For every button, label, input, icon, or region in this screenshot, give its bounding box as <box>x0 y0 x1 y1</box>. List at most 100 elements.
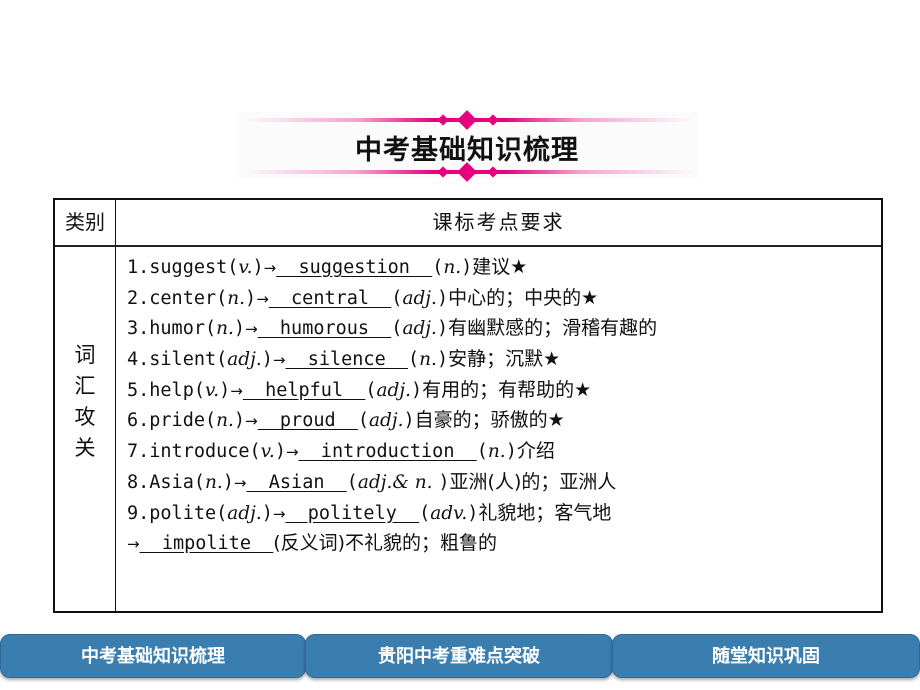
item-word: center <box>149 287 217 309</box>
nav-button-basic-knowledge[interactable]: 中考基础知识梳理 <box>0 634 306 678</box>
item-meaning: 有用的；有帮助的★ <box>422 378 592 401</box>
paren: ) <box>222 471 234 493</box>
paren: ( <box>357 410 370 432</box>
paren: ) <box>274 441 286 463</box>
paren: ) <box>233 318 246 340</box>
answer-part-of-speech: adj. <box>402 287 437 309</box>
arrow-icon: → <box>263 259 277 277</box>
vocabulary-list: 1.suggest(v.)→ suggestion (n.)建议★ 2.cente… <box>127 252 873 559</box>
paren: ( <box>227 257 239 278</box>
paren: ( <box>216 502 228 524</box>
item-answer: introduction <box>298 441 477 463</box>
item-word: suggest <box>149 257 228 278</box>
item-word: silent <box>149 349 217 371</box>
item-meaning: (反义词)不礼貌的；粗鲁的 <box>273 532 498 555</box>
item-word: humor <box>149 318 205 340</box>
item-answer: politely <box>285 502 420 524</box>
answer-part-of-speech: n. <box>443 257 462 278</box>
paren: ) <box>403 410 415 432</box>
paren: ) <box>436 318 449 340</box>
paren: ( <box>216 287 228 309</box>
item-number: 9. <box>127 502 150 524</box>
vocabulary-item: 7.introduce(v.)→ introduction (n.)介绍 <box>127 436 873 467</box>
item-answer: impolite <box>139 533 274 555</box>
item-number: 8. <box>127 471 150 493</box>
paren: ( <box>249 441 261 463</box>
item-meaning: 亚洲(人)的；亚洲人 <box>449 470 617 493</box>
banner-diamond-icon <box>487 166 499 178</box>
paren: ) <box>467 502 479 524</box>
vocabulary-item: 4.silent(adj.)→ silence (n.)安静；沉默★ <box>127 344 873 375</box>
banner-diamond-icon <box>437 166 449 178</box>
item-part-of-speech: n. <box>227 287 246 309</box>
item-word: introduce <box>149 441 250 463</box>
section-banner: 中考基础知识梳理 <box>236 110 698 182</box>
category-char: 攻 <box>74 405 96 429</box>
paren: ( <box>391 318 403 340</box>
item-meaning: 安静；沉默★ <box>448 348 561 371</box>
item-part-of-speech: v. <box>260 441 275 463</box>
banner-diamond-icon <box>487 114 499 126</box>
item-word: help <box>149 379 194 401</box>
paren: ) <box>245 287 257 309</box>
item-number: 7. <box>127 441 150 463</box>
item-number: 4. <box>127 349 150 371</box>
paren: ( <box>432 257 444 278</box>
category-char: 汇 <box>74 374 96 398</box>
header-category: 类别 <box>65 210 105 234</box>
bottom-navigation: 中考基础知识梳理 贵阳中考重难点突破 随堂知识巩固 <box>0 634 920 678</box>
arrow-icon: → <box>272 504 286 523</box>
item-meaning: 介绍 <box>516 440 555 463</box>
vocabulary-item: 9.polite(adj.)→ politely (adv.)礼貌地；客气地 <box>127 498 873 529</box>
paren: ( <box>204 318 217 340</box>
category-char: 词 <box>74 343 96 367</box>
paren: ( <box>346 471 358 493</box>
item-part-of-speech: adj. <box>227 349 262 371</box>
item-meaning: 建议★ <box>472 256 528 278</box>
paren: ( <box>408 349 420 371</box>
arrow-icon: → <box>285 443 299 462</box>
header-requirements: 课标考点要求 <box>432 210 565 234</box>
arrow-icon: → <box>233 473 247 492</box>
paren: ) <box>461 257 473 278</box>
item-answer: suggestion <box>276 257 433 278</box>
arrow-icon: → <box>245 320 258 339</box>
paren: ) <box>411 379 423 401</box>
item-meaning: 礼貌地；客气地 <box>478 501 612 524</box>
item-part-of-speech: v. <box>204 379 220 401</box>
item-number: 2. <box>127 287 150 309</box>
paren: ( <box>193 471 205 493</box>
paren: ( <box>419 502 431 524</box>
answer-part-of-speech: adv. <box>430 502 468 524</box>
category-char: 关 <box>74 436 96 460</box>
paren: ) <box>505 441 517 463</box>
paren: ) <box>261 349 273 371</box>
vocabulary-item: 8.Asia(n.)→ Asian (adj.& n. )亚洲(人)的；亚洲人 <box>127 467 873 498</box>
arrow-icon: → <box>127 535 140 554</box>
vocabulary-item: 2.center(n.)→ central (adj.)中心的；中央的★ <box>127 283 873 314</box>
item-meaning: 自豪的；骄傲的★ <box>414 409 565 432</box>
category-label: 词 汇 攻 关 <box>55 340 115 464</box>
paren: ) <box>261 502 273 524</box>
vocabulary-item: 3.humor(n.)→ humorous (adj.)有幽默感的；滑稽有趣的 <box>127 313 873 344</box>
vocabulary-item-antonym: → impolite (反义词)不礼貌的；粗鲁的 <box>127 528 873 559</box>
answer-part-of-speech: n. <box>419 349 437 371</box>
vocabulary-item: 6.pride(n.)→ proud (adj.)自豪的；骄傲的★ <box>127 405 873 436</box>
paren: ( <box>476 441 488 463</box>
arrow-icon: → <box>272 351 286 370</box>
nav-button-key-difficulties[interactable]: 贵阳中考重难点突破 <box>305 634 613 678</box>
answer-part-of-speech: adj. <box>402 318 437 340</box>
item-part-of-speech: adj. <box>227 502 262 524</box>
nav-button-practice[interactable]: 随堂知识巩固 <box>612 634 920 678</box>
item-part-of-speech: n. <box>216 410 234 432</box>
item-part-of-speech: n. <box>204 471 223 493</box>
answer-part-of-speech: n. <box>487 441 506 463</box>
column-divider <box>115 200 116 611</box>
item-word: pride <box>149 410 205 432</box>
item-meaning: 中心的；中央的★ <box>448 286 599 309</box>
paren: ( <box>365 379 377 401</box>
item-answer: silence <box>285 349 408 371</box>
vocabulary-item: 5.help(v.)→ helpful (adj.)有用的；有帮助的★ <box>127 375 873 406</box>
banner-diamond-icon <box>457 110 477 130</box>
item-answer: central <box>268 287 392 309</box>
